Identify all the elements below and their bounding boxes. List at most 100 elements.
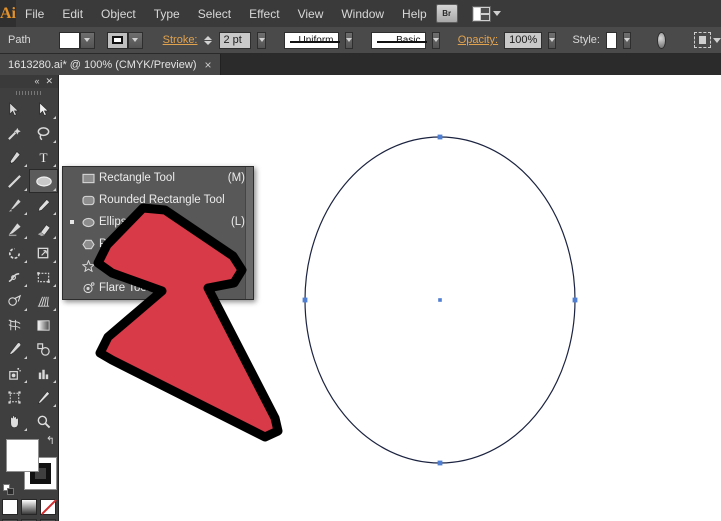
selection-tool[interactable] [0,97,29,121]
flyout-item-rounded-rectangle-tool[interactable]: Rounded Rectangle Tool [63,189,253,211]
hand-tool[interactable] [0,409,29,433]
anchor-point-top[interactable] [437,134,443,140]
style-dropdown[interactable] [622,31,631,49]
magic-wand-tool[interactable] [0,121,29,145]
flyout-item-star-tool[interactable]: Star Tool [63,255,253,277]
star-icon [77,260,99,272]
eraser-tool[interactable] [29,217,58,241]
chevron-down-icon [492,11,501,16]
brush-definition-dropdown[interactable] [431,31,440,49]
color-mode-button[interactable] [2,499,18,515]
menu-item-view[interactable]: View [289,3,333,25]
brush-stroke-line-icon [376,40,427,43]
menu-item-file[interactable]: File [16,3,53,25]
stroke-swatch-icon[interactable] [106,31,128,49]
document-tab[interactable]: 1613280.ai* @ 100% (CMYK/Preview) × [0,54,221,75]
stroke-color-control[interactable] [106,31,143,49]
symbol-sprayer-tool[interactable] [0,361,29,385]
style-swatch[interactable] [605,31,617,49]
gradient-tool[interactable] [29,313,58,337]
flyout-shortcut-ellipse-tool: (L) [230,216,245,228]
free-transform-tool[interactable] [29,265,58,289]
zoom-tool[interactable] [29,409,58,433]
rectangle-icon [77,173,99,184]
artboard-tool[interactable] [0,385,29,409]
menu-item-window[interactable]: Window [332,3,393,25]
collapse-panel-icon[interactable]: « [34,77,39,86]
menu-item-edit[interactable]: Edit [53,3,92,25]
blob-brush-tool[interactable] [0,217,29,241]
lasso-tool[interactable] [29,121,58,145]
svg-text:T: T [39,150,47,165]
bridge-icon[interactable]: Br [435,4,458,23]
stroke-weight-label[interactable]: Stroke: [163,34,198,46]
opacity-label[interactable]: Opacity: [458,34,498,46]
align-to-icon [693,32,711,48]
line-segment-tool[interactable] [0,169,29,193]
tools-grid: T [0,97,58,433]
fill-color-control[interactable] [58,31,95,49]
align-to-button[interactable] [693,32,721,48]
flyout-item-polygon-tool[interactable]: Polygon Tool [63,233,253,255]
fill-stroke-indicator: ↰ [0,435,58,497]
opacity-dropdown[interactable] [548,31,557,49]
fill-swatch-dropdown[interactable] [79,31,95,49]
shape-builder-tool[interactable] [0,289,29,313]
width-tool[interactable] [0,265,29,289]
shape-tools-flyout[interactable]: Rectangle Tool (M) Rounded Rectangle Too… [62,166,254,300]
illustrator-window: Ai File Edit Object Type Select Effect V… [0,0,721,521]
paintbrush-tool[interactable] [0,193,29,217]
pencil-tool[interactable] [29,193,58,217]
direct-selection-tool[interactable] [29,97,58,121]
ellipse-tool[interactable] [29,169,58,193]
column-graph-tool[interactable] [29,361,58,385]
draw-mode-icon[interactable] [656,31,666,49]
type-tool[interactable]: T [29,145,58,169]
selection-type-label: Path [8,34,31,46]
control-bar: Path Stroke: 2 pt Uniform Basic Opacity:… [0,27,721,54]
gradient-mode-button[interactable] [21,499,37,515]
anchor-point-left[interactable] [302,297,308,303]
document-tab-bar: 1613280.ai* @ 100% (CMYK/Preview) × [0,54,721,76]
menu-item-object[interactable]: Object [92,3,145,25]
flyout-label-rounded-rectangle-tool: Rounded Rectangle Tool [99,194,225,206]
menu-item-effect[interactable]: Effect [240,3,288,25]
blend-tool[interactable] [29,337,58,361]
slice-tool[interactable] [29,385,58,409]
swap-fill-stroke-icon[interactable]: ↰ [46,436,55,447]
stroke-swatch-dropdown[interactable] [127,31,143,49]
scale-tool[interactable] [29,241,58,265]
flyout-item-rectangle-tool[interactable]: Rectangle Tool (M) [63,167,253,189]
perspective-grid-tool[interactable] [29,289,58,313]
brush-definition-field[interactable]: Basic [370,31,427,49]
stroke-profile-dropdown[interactable] [344,31,353,49]
close-panel-icon[interactable]: ✕ [45,77,53,86]
arrange-documents-icon [471,5,491,22]
opacity-field[interactable]: 100% [504,31,543,49]
anchor-point-right[interactable] [572,297,578,303]
anchor-point-bottom[interactable] [437,460,443,466]
eyedropper-tool[interactable] [0,337,29,361]
chevron-down-icon [712,37,721,43]
flyout-item-flare-tool[interactable]: Flare Tool [63,277,253,299]
menu-item-type[interactable]: Type [145,3,189,25]
fill-swatch[interactable] [58,31,80,49]
menu-item-select[interactable]: Select [189,3,240,25]
tools-panel-grip[interactable] [0,88,58,97]
arrange-documents-button[interactable] [471,5,501,22]
default-fill-stroke-icon[interactable] [3,484,14,495]
stroke-profile-field[interactable]: Uniform [283,31,340,49]
mesh-tool[interactable] [0,313,29,337]
ellipse-icon [77,217,99,228]
stroke-weight-stepper[interactable] [203,35,212,45]
stroke-weight-field[interactable]: 2 pt [218,31,252,49]
rotate-tool[interactable] [0,241,29,265]
flyout-label-polygon-tool: Polygon Tool [99,238,165,250]
close-icon[interactable]: × [204,59,211,71]
none-mode-button[interactable] [40,499,56,515]
flyout-item-ellipse-tool[interactable]: Ellipse Tool (L) [63,211,253,233]
fill-color-box[interactable] [6,439,39,472]
menu-item-help[interactable]: Help [393,3,436,25]
stroke-weight-dropdown[interactable] [257,31,266,49]
pen-tool[interactable] [0,145,29,169]
